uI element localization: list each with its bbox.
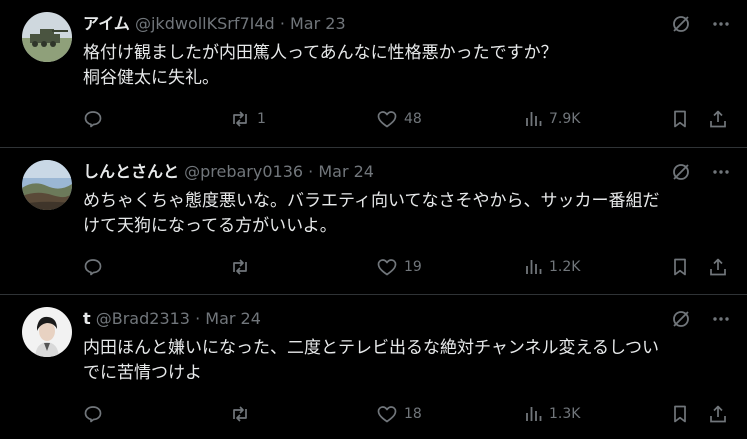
retweet-count: 1	[257, 111, 266, 127]
like-button[interactable]: 48	[376, 106, 422, 132]
like-icon	[376, 404, 398, 424]
display-name[interactable]: しんとさんと	[83, 162, 179, 181]
share-button[interactable]	[708, 401, 728, 427]
more-icon[interactable]	[711, 14, 731, 34]
tweet[interactable]: しんとさんと @prebary0136 · Mar 24 めちゃくちゃ態度悪いな…	[0, 148, 747, 295]
views-button[interactable]: 1.2K	[523, 254, 580, 280]
views-button[interactable]: 1.3K	[523, 401, 580, 427]
tweet-text-line: めちゃくちゃ態度悪いな。バラエティ向いてなさそやから、サッカー番組だ	[83, 191, 660, 211]
reply-button[interactable]	[83, 254, 109, 280]
like-count: 18	[404, 406, 422, 422]
tweet-top-icons	[671, 309, 731, 329]
share-icon	[708, 109, 728, 129]
retweet-button[interactable]: 1	[229, 106, 266, 132]
more-icon[interactable]	[711, 309, 731, 329]
reply-icon	[83, 257, 103, 277]
tweet-text-line: 格付け観ましたが内田篤人ってあんなに性格悪かったですか？	[83, 43, 558, 63]
views-button[interactable]: 7.9K	[523, 106, 580, 132]
bookmark-icon	[670, 109, 690, 129]
views-icon	[523, 109, 543, 129]
share-button[interactable]	[708, 106, 728, 132]
timestamp[interactable]: Mar 23	[290, 14, 346, 33]
separator: ·	[308, 162, 314, 181]
grok-icon[interactable]	[671, 309, 691, 329]
more-icon[interactable]	[711, 162, 731, 182]
display-name[interactable]: アイム	[83, 14, 130, 33]
bookmark-icon	[670, 404, 690, 424]
tweet-feed: アイム @jkdwollKSrf7I4d · Mar 23 格付け観ましたが内田…	[0, 0, 747, 439]
user-handle[interactable]: @Brad2313	[96, 309, 190, 328]
view-count: 1.3K	[549, 406, 581, 422]
views-icon	[523, 404, 543, 424]
bookmark-icon	[670, 257, 690, 277]
separator: ·	[195, 309, 201, 328]
timestamp[interactable]: Mar 24	[318, 162, 374, 181]
retweet-icon	[229, 404, 251, 424]
timestamp[interactable]: Mar 24	[205, 309, 261, 328]
user-handle[interactable]: @prebary0136	[184, 162, 303, 181]
user-handle[interactable]: @jkdwollKSrf7I4d	[135, 14, 275, 33]
tweet-actions: 1 48 7.9K	[83, 106, 731, 132]
share-icon	[708, 257, 728, 277]
tweet-header: アイム @jkdwollKSrf7I4d · Mar 23	[83, 13, 346, 35]
view-count: 7.9K	[549, 111, 581, 127]
tweet-text-line: けて天狗になってる方がいいよ。	[83, 216, 337, 236]
reply-icon	[83, 404, 103, 424]
separator: ·	[279, 14, 285, 33]
avatar[interactable]	[22, 307, 72, 357]
reply-icon	[83, 109, 103, 129]
avatar[interactable]	[22, 12, 72, 62]
reply-button[interactable]	[83, 401, 109, 427]
tweet-text-line: 内田ほんと嫌いになった、二度とテレビ出るな絶対チャンネル変えるしつい	[83, 338, 659, 358]
views-icon	[523, 257, 543, 277]
tweet-top-icons	[671, 162, 731, 182]
tweet-header: t @Brad2313 · Mar 24	[83, 308, 261, 330]
retweet-button[interactable]	[229, 401, 257, 427]
view-count: 1.2K	[549, 259, 581, 275]
display-name[interactable]: t	[83, 309, 91, 328]
retweet-icon	[229, 109, 251, 129]
tweet-top-icons	[671, 14, 731, 34]
retweet-button[interactable]	[229, 254, 257, 280]
like-button[interactable]: 19	[376, 254, 422, 280]
grok-icon[interactable]	[671, 14, 691, 34]
bookmark-button[interactable]	[670, 106, 690, 132]
like-icon	[376, 257, 398, 277]
reply-button[interactable]	[83, 106, 109, 132]
like-count: 48	[404, 111, 422, 127]
tweet-text-line: でに苦情つけよ	[83, 363, 202, 383]
retweet-icon	[229, 257, 251, 277]
avatar[interactable]	[22, 160, 72, 210]
tweet-text-line: 桐谷健太に失礼。	[83, 68, 219, 88]
bookmark-button[interactable]	[670, 401, 690, 427]
tweet-text: めちゃくちゃ態度悪いな。バラエティ向いてなさそやから、サッカー番組だ けて天狗に…	[83, 189, 723, 239]
grok-icon[interactable]	[671, 162, 691, 182]
tweet[interactable]: t @Brad2313 · Mar 24 内田ほんと嫌いになった、二度とテレビ出…	[0, 295, 747, 439]
tweet-text: 格付け観ましたが内田篤人ってあんなに性格悪かったですか？ 桐谷健太に失礼。	[83, 41, 723, 91]
tweet-header: しんとさんと @prebary0136 · Mar 24	[83, 161, 374, 183]
like-button[interactable]: 18	[376, 401, 422, 427]
tweet-actions: 19 1.2K	[83, 254, 731, 280]
tweet[interactable]: アイム @jkdwollKSrf7I4d · Mar 23 格付け観ましたが内田…	[0, 0, 747, 148]
bookmark-button[interactable]	[670, 254, 690, 280]
share-button[interactable]	[708, 254, 728, 280]
tweet-text: 内田ほんと嫌いになった、二度とテレビ出るな絶対チャンネル変えるしつい でに苦情つ…	[83, 336, 723, 386]
share-icon	[708, 404, 728, 424]
tweet-actions: 18 1.3K	[83, 401, 731, 427]
like-count: 19	[404, 259, 422, 275]
like-icon	[376, 109, 398, 129]
